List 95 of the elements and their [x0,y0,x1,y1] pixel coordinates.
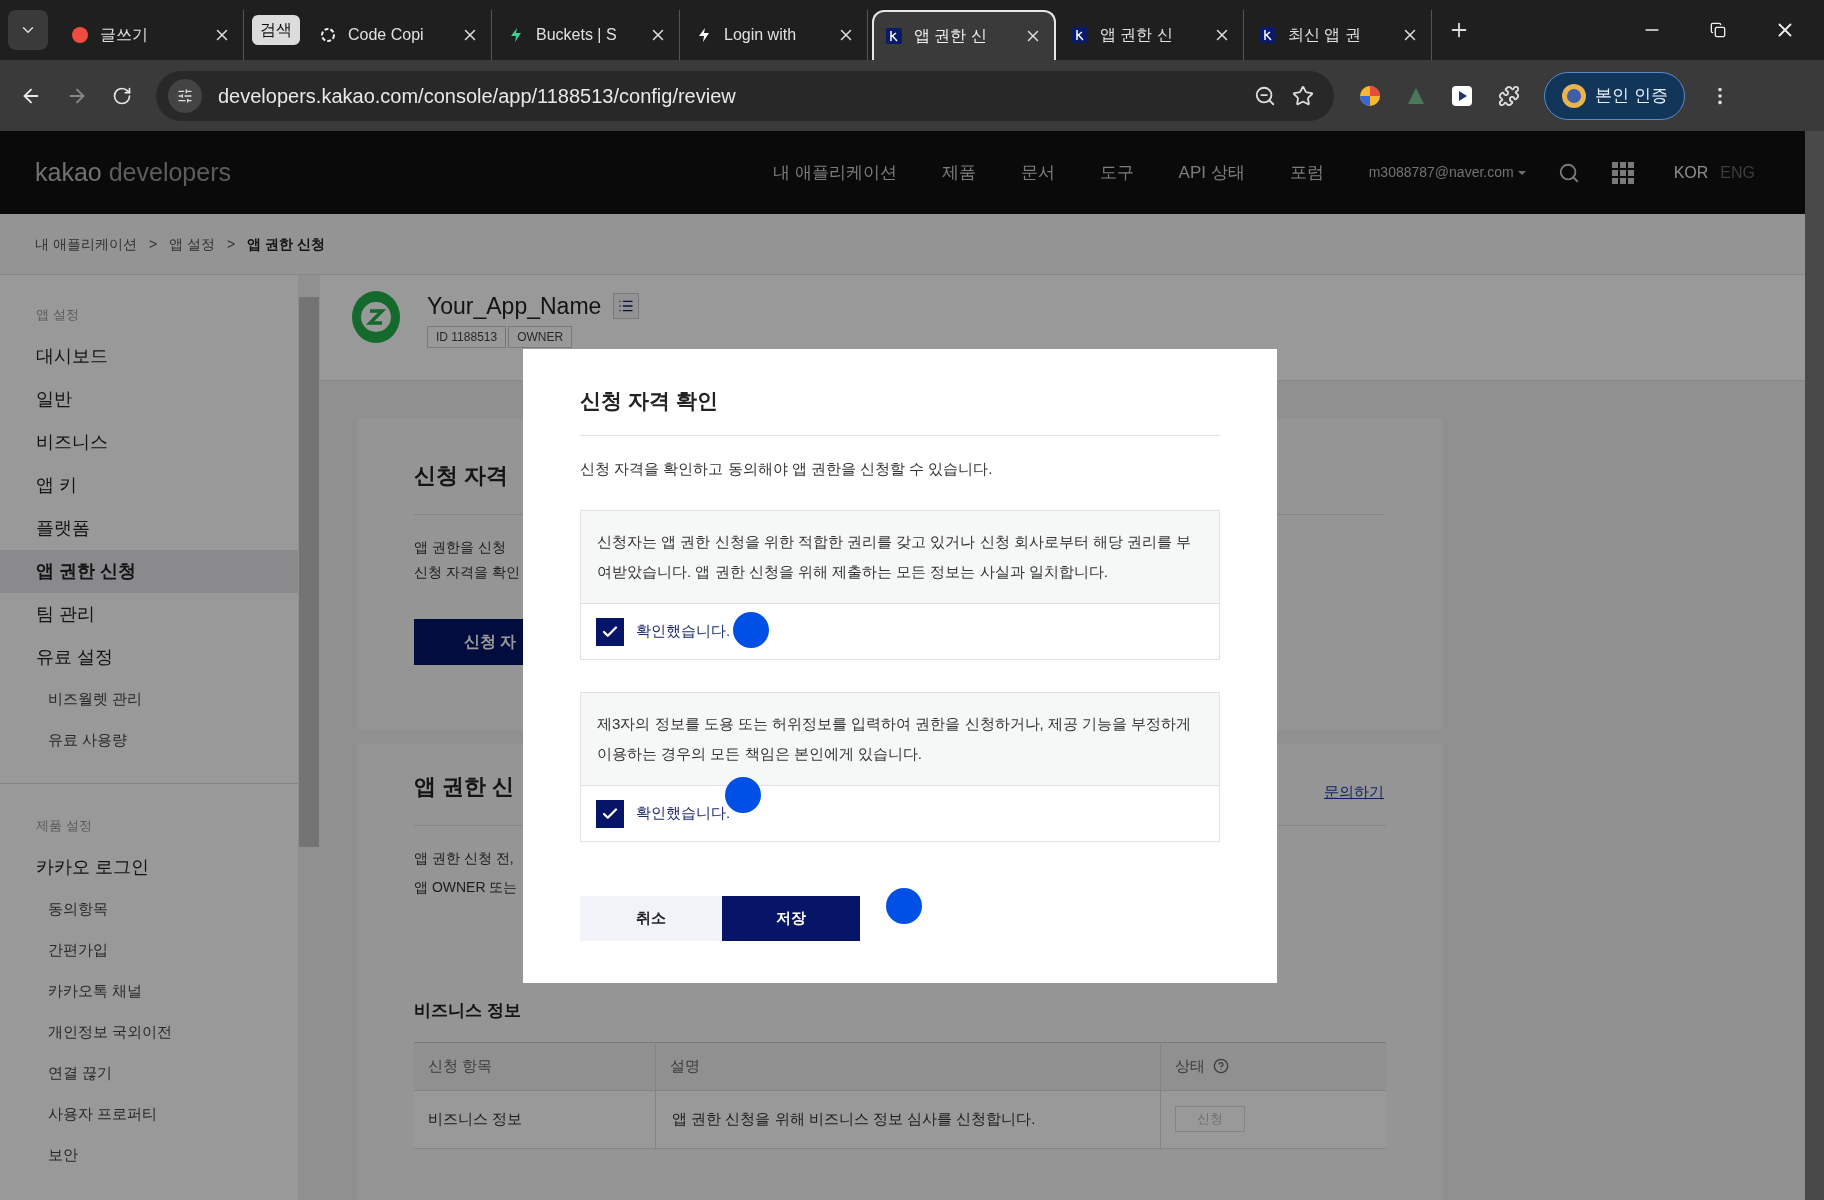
table-cell-text: 앱 권한 신청을 위해 비즈니스 정보 심사를 신청합니다. [672,1108,1036,1129]
sidebar-item[interactable]: 카카오 로그인 [0,846,298,889]
checkbox-label[interactable]: 확인했습니다. [636,620,731,643]
reload-icon[interactable] [112,85,132,106]
tab-group-label[interactable]: 검색 [252,15,300,45]
sidebar-heading: 제품 설정 [35,817,93,836]
play-badge-icon[interactable] [1450,83,1474,108]
breadcrumb-separator: > [226,234,236,254]
sidebar-item[interactable]: 유료 설정 [0,636,298,679]
card-text: 앱 권한을 신청 [414,538,506,557]
zoom-icon[interactable] [1254,84,1276,107]
nav-link[interactable]: 도구 [1099,159,1134,186]
sidebar-subitem[interactable]: 유료 사용량 [0,720,298,761]
bookmark-icon[interactable] [1292,84,1314,107]
tab-title: Buckets | S [536,25,618,45]
color-wheel-icon[interactable] [1358,83,1382,108]
tab-title: 앱 권한 신 [914,26,988,46]
breadcrumb-item[interactable]: 내 애플리케이션 [35,233,137,255]
sidebar-item[interactable]: 대시보드 [0,335,298,378]
checkbox[interactable] [596,799,624,828]
card-title: 신청 자격 [414,463,509,488]
card-title: 앱 권한 신 [414,773,515,801]
search-icon[interactable] [1557,161,1580,184]
account-menu[interactable]: m3088787@naver.com [1368,162,1526,183]
nav-link[interactable]: 제품 [941,159,976,186]
tab-title: Code Copi [348,25,425,45]
dialog-intro: 신청 자격을 확인하고 동의해야 앱 권한을 신청할 수 있습니다. [580,458,994,479]
sidebar-item[interactable]: 앱 키 [0,464,298,507]
sidebar-item[interactable]: 비즈니스 [0,421,298,464]
sidebar-item[interactable]: 앱 권한 신청 [0,550,298,593]
url-text: developers.kakao.com/console/app/1188513/config/review [218,83,737,109]
checkbox[interactable] [596,617,624,646]
nav-link[interactable]: API 상태 [1178,159,1245,186]
breadcrumb-separator: > [148,234,158,254]
sidebar-item[interactable]: 팀 관리 [0,593,298,636]
tab-title: 최신 앱 권 [1288,25,1362,45]
card-text: 신청 자격을 확인 [414,563,520,582]
agreement-text: 제3자의 정보를 도용 또는 허위정보를 입력하여 권한을 신청하거나, 제공 기능을 부정하게 이용하는 경우의 모든 책임은 본인에게 있습니다. [597,714,1193,764]
column-header: 신청 항목 [428,1055,493,1076]
tab-title: 앱 권한 신 [1100,25,1174,45]
extensions-icon[interactable] [1498,84,1520,107]
k-logo-icon [1072,27,1088,43]
sidebar-subitem[interactable]: 간편가입 [0,930,298,971]
card-text: 앱 OWNER 또는 [414,878,518,897]
sidebar-subitem[interactable]: 동의항목 [0,889,298,930]
tab-title: 글쓰기 [100,25,149,45]
sidebar-subitem[interactable]: 사용자 프로퍼티 [0,1094,298,1135]
sidebar-subitem[interactable]: 비즈월렛 관리 [0,679,298,720]
nav-link[interactable]: 포럼 [1289,159,1324,186]
bolt-icon [696,27,712,43]
sidebar-heading: 앱 설정 [35,306,80,325]
restore-icon[interactable] [1710,22,1726,38]
knot-icon [320,27,336,43]
contact-link[interactable]: 문의하기 [1324,780,1384,803]
nav-link[interactable]: 내 애플리케이션 [772,159,897,186]
breadcrumb-item[interactable]: 앱 설정 [169,233,215,255]
app-icon [72,27,88,43]
save-button[interactable]: 저장 [722,896,860,941]
sidebar-subitem[interactable]: 보안 [0,1135,298,1176]
checkbox-label[interactable]: 확인했습니다. [636,802,731,825]
scrollbar[interactable] [1805,131,1824,1200]
nav-link[interactable]: 문서 [1020,159,1055,186]
sidebar-item[interactable]: 플랫폼 [0,507,298,550]
browser-tab[interactable]: 앱 권한 신 [872,10,1056,60]
app-name: Your_App_Name [427,292,602,321]
breadcrumb-item: 앱 권한 신청 [247,234,325,254]
sidebar-subitem[interactable]: 카카오톡 채널 [0,971,298,1012]
column-header: 설명 [670,1055,700,1076]
help-icon[interactable] [1213,1058,1229,1074]
app-logo [350,289,402,345]
card-text: 앱 권한 신청 전, [414,849,514,868]
avatar-icon [1561,82,1587,109]
k-logo-icon [1260,27,1276,43]
section-title: 비즈니스 정보 [414,1000,522,1022]
table-cell-text: 비즈니스 정보 [428,1108,523,1129]
app-tag: ID 1188513 [427,325,507,348]
profile-button[interactable]: 본인 인증 [1544,71,1685,120]
agreement-text: 신청자는 앱 권한 신청을 위한 적합한 권리를 갖고 있거나 신청 회사로부터 해당 권리를 부여받았습니다. 앱 권한 신청을 위해 제출하는 모든 정보는 사실과 일치합니다. [597,532,1193,582]
dialog-title: 신청 자격 확인 [580,385,1220,436]
sidebar-subitem[interactable]: 개인정보 국외이전 [0,1012,298,1053]
k-logo-icon [886,28,902,44]
cancel-button[interactable]: 취소 [580,896,722,941]
sidebar-subitem[interactable]: 연결 끊기 [0,1053,298,1094]
list-icon[interactable] [613,293,640,320]
app-tag: OWNER [508,325,573,348]
bolt-icon [508,27,524,43]
column-header: 상태 [1175,1055,1205,1076]
tab-title: Login with [724,25,798,45]
sidebar-item[interactable]: 일반 [0,378,298,421]
site-settings-icon[interactable] [168,78,202,113]
language-option[interactable]: KOR [1673,160,1709,185]
address-bar[interactable]: developers.kakao.com/console/app/1188513/config/review [156,70,1334,121]
site-logo[interactable]: kakao developers [35,153,231,192]
scrollbar[interactable] [298,275,320,1200]
apps-grid-icon[interactable] [1611,161,1634,184]
